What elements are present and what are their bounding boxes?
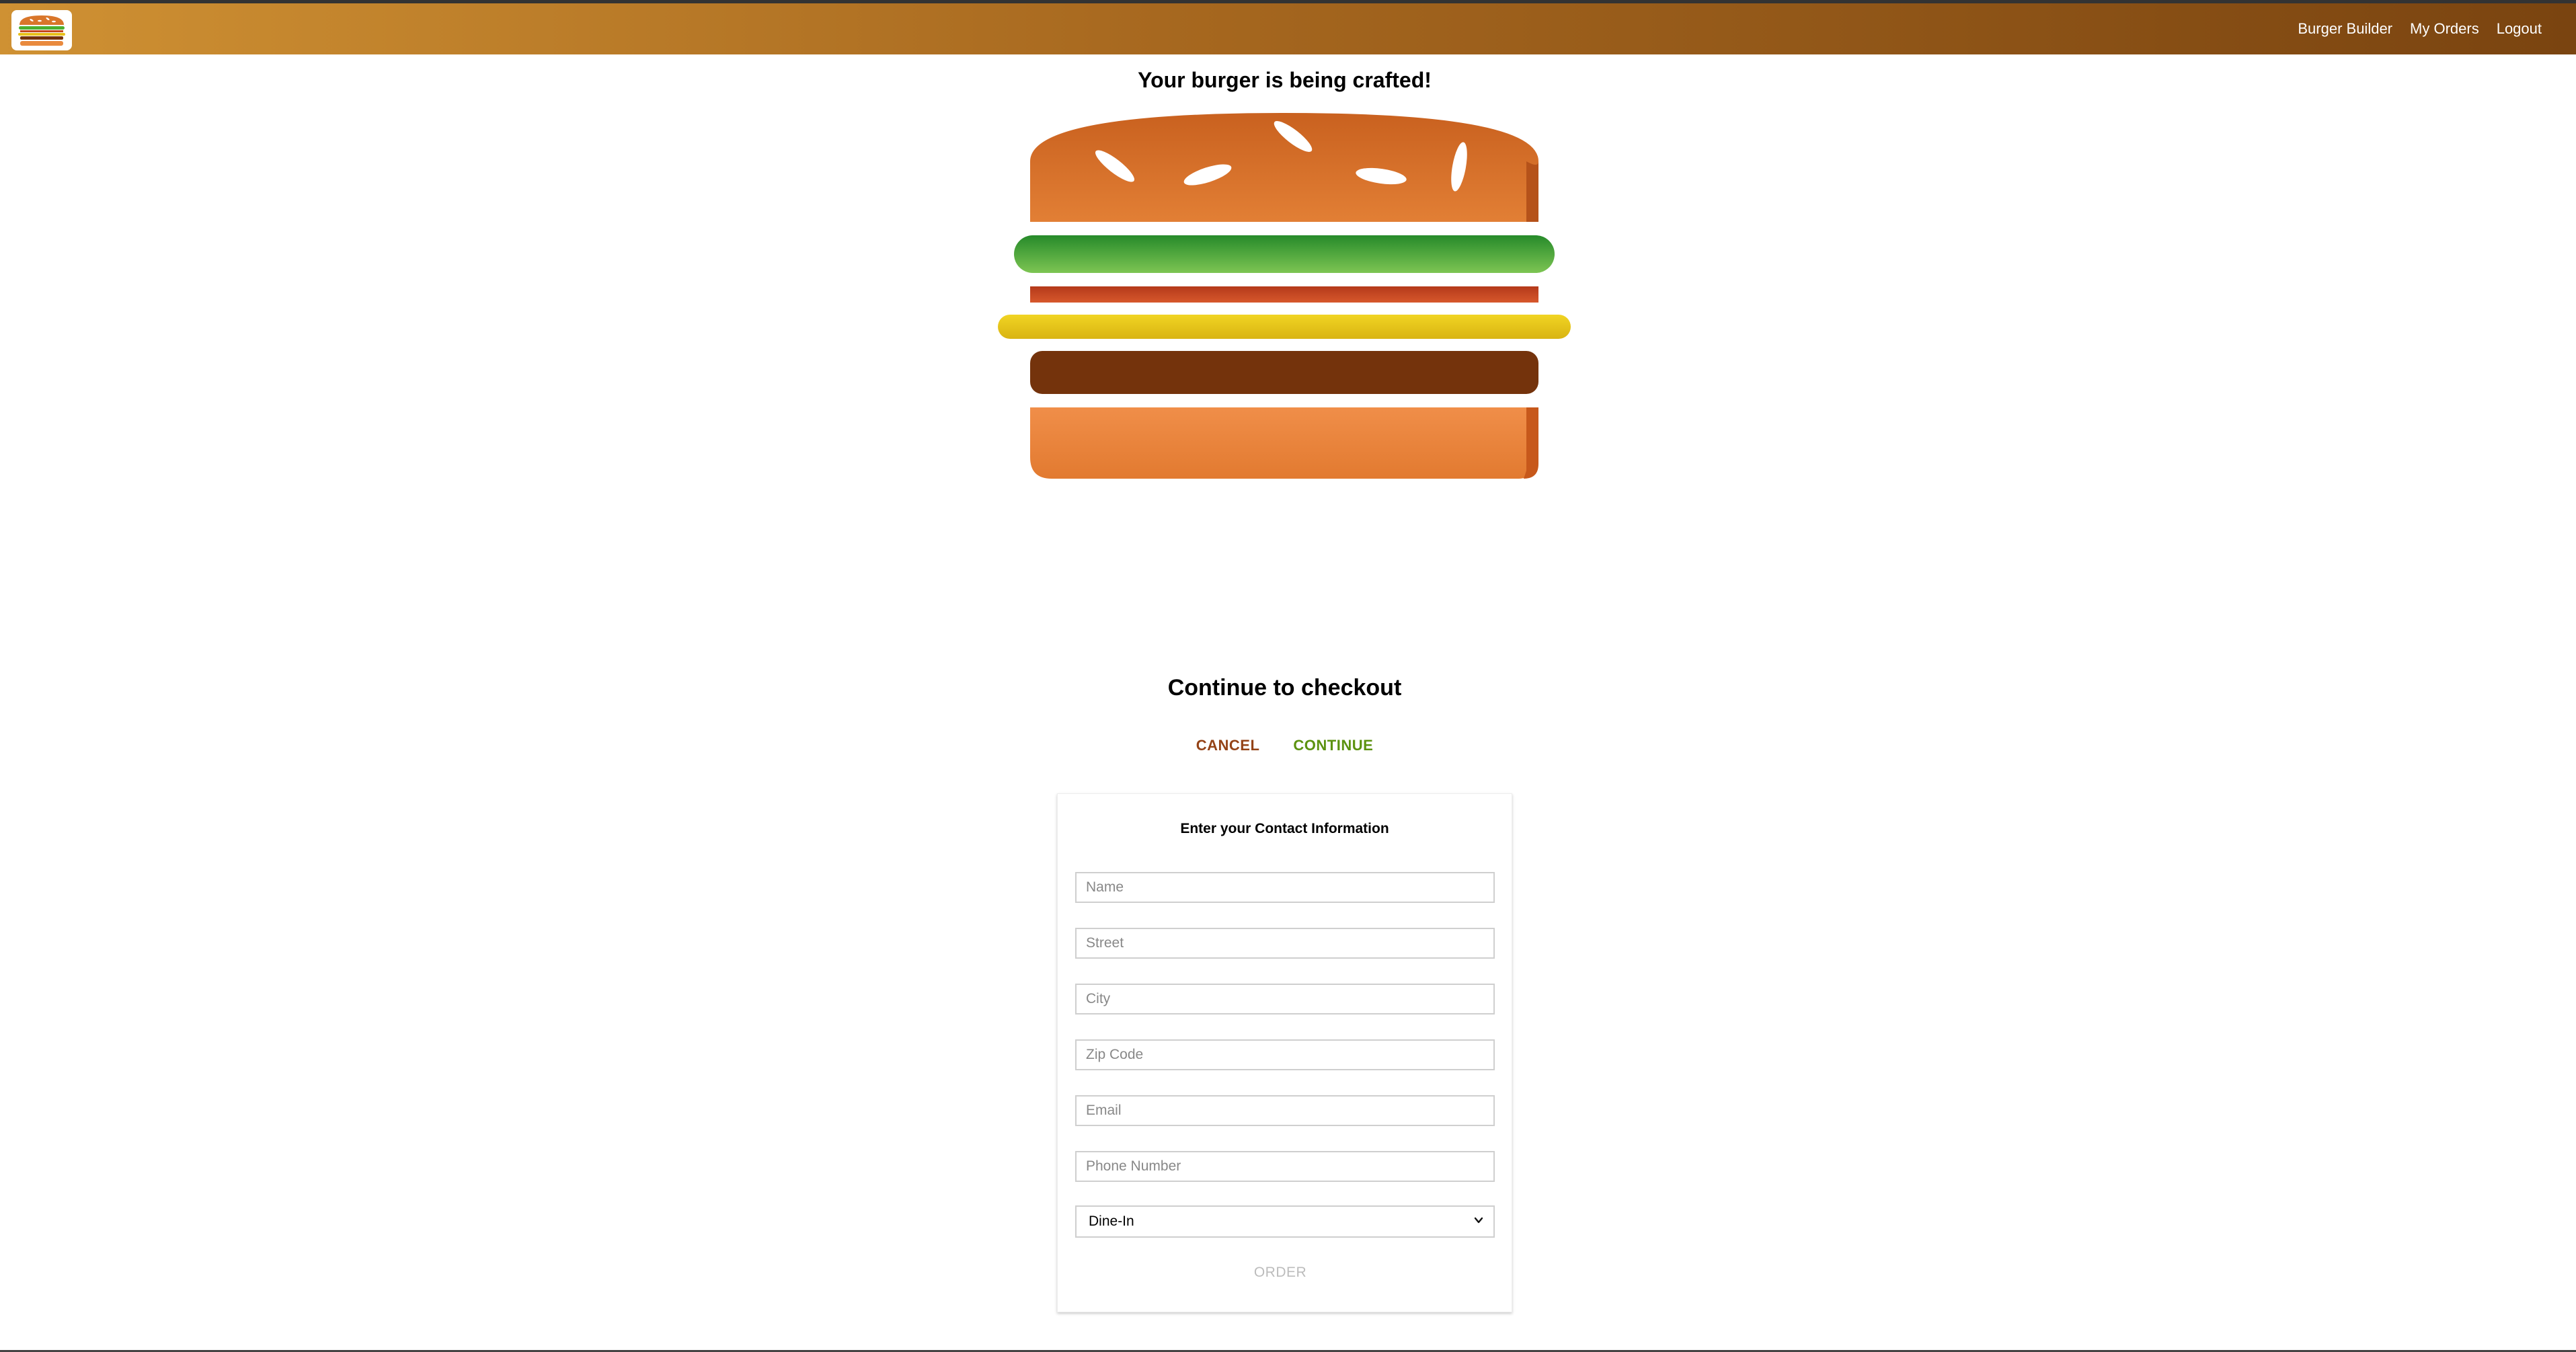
email-field[interactable] — [1075, 1095, 1495, 1126]
zip-code-field[interactable] — [1075, 1039, 1495, 1070]
burger-title: Your burger is being crafted! — [1138, 68, 1432, 92]
burger-preview — [995, 108, 1573, 491]
cancel-button[interactable]: CANCEL — [1196, 737, 1260, 754]
burger-logo[interactable] — [11, 10, 72, 50]
street-field[interactable] — [1075, 928, 1495, 959]
delivery-method-select[interactable]: Dine-In — [1075, 1205, 1495, 1238]
burger-logo-icon — [18, 15, 65, 46]
checkout-actions: CANCEL CONTINUE — [0, 737, 2569, 754]
nav-my-orders[interactable]: My Orders — [2401, 3, 2488, 54]
burger-illustration — [998, 113, 1571, 479]
bacon — [1030, 286, 1538, 303]
cheese — [998, 315, 1571, 339]
contact-form-card: Enter your Contact Information Dine-In O… — [1057, 793, 1512, 1312]
meat — [1030, 351, 1538, 394]
bread-bottom — [1030, 407, 1538, 479]
main-nav: Burger Builder My Orders Logout — [2289, 3, 2550, 54]
contact-form-title: Enter your Contact Information — [1180, 821, 1389, 836]
continue-button[interactable]: CONTINUE — [1293, 737, 1373, 754]
nav-logout[interactable]: Logout — [2488, 3, 2550, 54]
order-button[interactable]: ORDER — [1058, 1265, 1503, 1281]
checkout-title: Continue to checkout — [1167, 675, 1402, 701]
bread-top — [1030, 113, 1538, 222]
phone-number-field[interactable] — [1075, 1151, 1495, 1182]
salad — [1014, 235, 1555, 273]
city-field[interactable] — [1075, 984, 1495, 1015]
toolbar: Burger Builder My Orders Logout — [0, 0, 2576, 54]
delivery-method-value: Dine-In — [1089, 1214, 1134, 1229]
nav-burger-builder[interactable]: Burger Builder — [2289, 3, 2401, 54]
name-field[interactable] — [1075, 872, 1495, 903]
chevron-down-icon — [1474, 1217, 1483, 1224]
